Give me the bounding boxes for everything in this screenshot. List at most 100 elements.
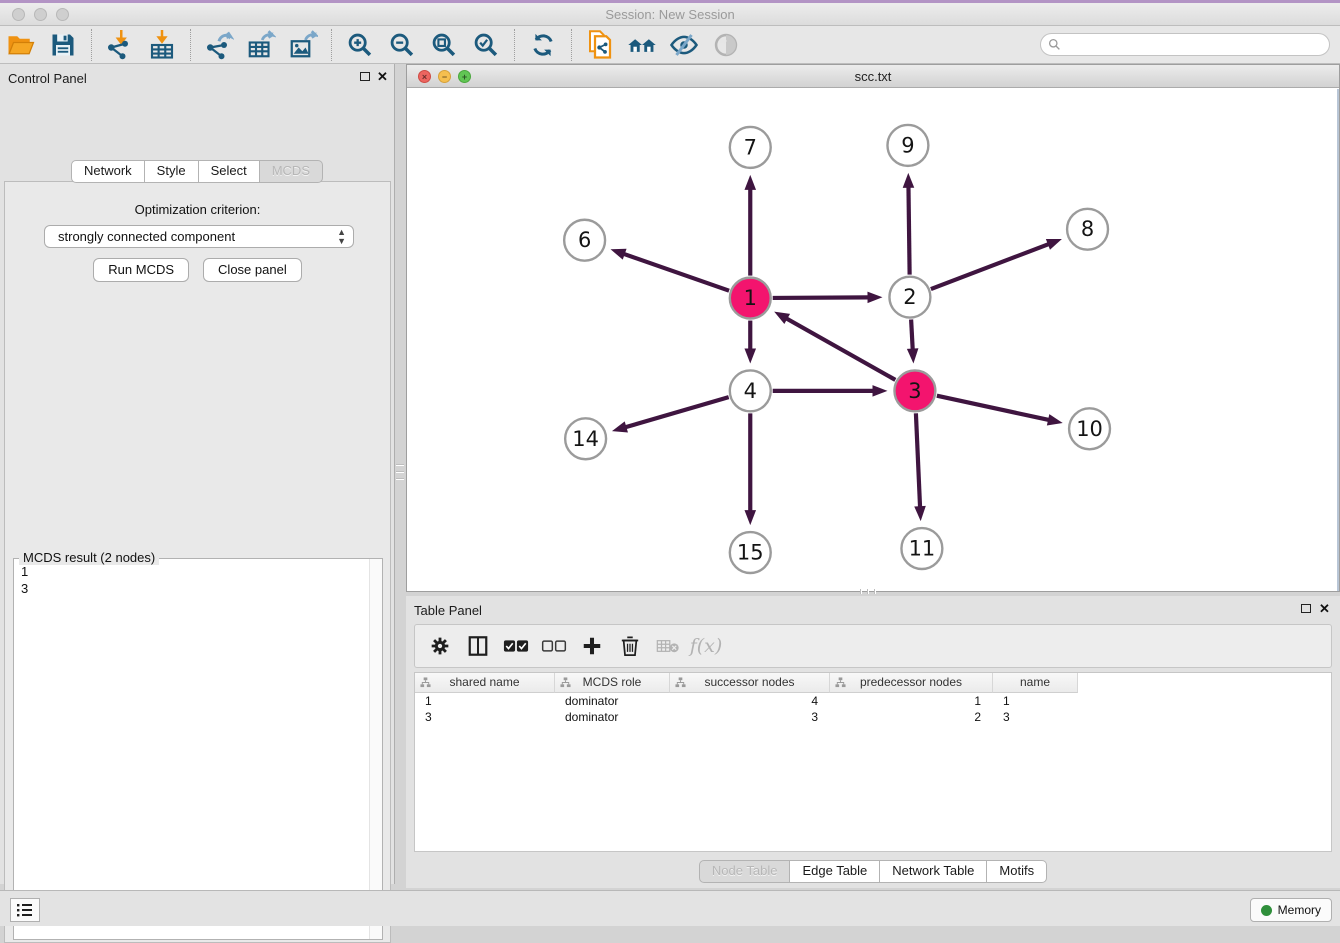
table-cell[interactable]: dominator <box>555 693 670 709</box>
zoom-in-icon[interactable] <box>343 28 377 62</box>
mcds-result-item[interactable]: 3 <box>21 580 368 597</box>
split-view-icon[interactable] <box>463 631 493 661</box>
close-table-panel-icon[interactable]: ✕ <box>1319 601 1330 617</box>
table-cell[interactable]: 3 <box>670 709 830 725</box>
graph-edge-3-1[interactable] <box>785 318 895 380</box>
eye-slash-icon[interactable] <box>667 28 701 62</box>
graph-node-1[interactable]: 1 <box>730 278 771 319</box>
graph-node-15[interactable]: 15 <box>730 532 771 573</box>
criterion-select[interactable]: strongly connected component ▲▼ <box>44 225 354 248</box>
mcds-result-item[interactable]: 1 <box>21 563 368 580</box>
home-icon[interactable] <box>625 28 659 62</box>
tab-mcds[interactable]: MCDS <box>260 160 323 183</box>
control-panel: Control Panel ✕ NetworkStyleSelectMCDS O… <box>0 64 395 884</box>
memory-button[interactable]: Memory <box>1250 898 1332 922</box>
graph-node-4[interactable]: 4 <box>730 370 771 411</box>
tab-network[interactable]: Network <box>71 160 145 183</box>
graph-node-6[interactable]: 6 <box>564 220 605 261</box>
run-mcds-button[interactable]: Run MCDS <box>93 258 189 282</box>
mcds-result-list[interactable]: 13 <box>15 561 368 938</box>
mcds-result-box: MCDS result (2 nodes) 13 <box>13 558 383 940</box>
table-row[interactable]: 3dominator323 <box>415 709 1331 725</box>
svg-text:10: 10 <box>1076 417 1103 441</box>
toolbar-separator <box>91 29 92 61</box>
svg-text:6: 6 <box>578 228 591 252</box>
float-panel-icon[interactable] <box>360 72 370 81</box>
search-field[interactable] <box>1040 33 1330 56</box>
table-cell[interactable]: 2 <box>830 709 993 725</box>
table-cell[interactable]: 3 <box>993 709 1078 725</box>
export-table-icon[interactable] <box>244 28 278 62</box>
add-column-icon[interactable] <box>577 631 607 661</box>
graph-edge-4-14[interactable] <box>624 397 728 427</box>
table-cell[interactable]: 1 <box>993 693 1078 709</box>
graph-edge-2-8[interactable] <box>931 244 1050 289</box>
zoom-fit-icon[interactable] <box>427 28 461 62</box>
mcds-result-scrollbar[interactable] <box>369 559 382 939</box>
table-cell[interactable]: 4 <box>670 693 830 709</box>
table-tab-motifs[interactable]: Motifs <box>987 860 1047 883</box>
panel-splitter-handle[interactable] <box>396 464 404 480</box>
deselect-all-columns-icon[interactable] <box>539 631 569 661</box>
save-session-icon[interactable] <box>46 28 80 62</box>
zoom-out-icon[interactable] <box>385 28 419 62</box>
column-header-predecessor-nodes[interactable]: predecessor nodes <box>830 673 993 693</box>
table-tab-network-table[interactable]: Network Table <box>880 860 987 883</box>
task-history-icon[interactable] <box>10 898 40 922</box>
graph-node-14[interactable]: 14 <box>565 418 606 459</box>
clone-network-icon[interactable] <box>583 28 617 62</box>
settings-gear-icon[interactable] <box>425 631 455 661</box>
refresh-icon[interactable] <box>526 28 560 62</box>
column-label: MCDS role <box>583 675 642 689</box>
import-network-icon[interactable] <box>103 28 137 62</box>
node-table-header: shared name MCDS role successor nodes prede… <box>415 673 1331 693</box>
node-table-body: 1dominator4113dominator323 <box>415 693 1331 725</box>
zoom-selected-icon[interactable] <box>469 28 503 62</box>
graph-edge-2-9[interactable] <box>908 186 909 275</box>
graph-node-10[interactable]: 10 <box>1069 408 1110 449</box>
table-tab-edge-table[interactable]: Edge Table <box>790 860 880 883</box>
graph-edge-arrow <box>1047 414 1063 425</box>
column-header-mcds-role[interactable]: MCDS role <box>555 673 670 693</box>
graph-edge-1-6[interactable] <box>623 254 729 291</box>
graph-edge-3-11[interactable] <box>916 413 920 508</box>
table-cell[interactable]: 1 <box>830 693 993 709</box>
open-session-icon[interactable] <box>4 28 38 62</box>
graphics-details-icon[interactable] <box>709 28 743 62</box>
graph-node-11[interactable]: 11 <box>901 528 942 569</box>
network-canvas[interactable]: 7 9 6 8 1 2 4 3 14 10 15 11 <box>407 89 1339 591</box>
search-input[interactable] <box>1065 38 1315 52</box>
graph-edge-arrow <box>872 385 887 397</box>
column-header-shared-name[interactable]: shared name <box>415 673 555 693</box>
tab-style[interactable]: Style <box>145 160 199 183</box>
network-window-titlebar[interactable]: × − + scc.txt <box>407 65 1339 88</box>
table-splitter-handle[interactable] <box>860 589 876 594</box>
table-panel: Table Panel ✕ f(x) shared nameMCDS roles <box>406 596 1340 888</box>
table-cell[interactable]: 3 <box>415 709 555 725</box>
graph-node-9[interactable]: 9 <box>887 125 928 166</box>
table-cell[interactable]: 1 <box>415 693 555 709</box>
table-toolbar: f(x) <box>414 624 1332 668</box>
column-label: successor nodes <box>704 675 794 689</box>
select-all-columns-icon[interactable] <box>501 631 531 661</box>
graph-node-8[interactable]: 8 <box>1067 209 1108 250</box>
export-image-icon[interactable] <box>286 28 320 62</box>
tab-select[interactable]: Select <box>199 160 260 183</box>
graph-node-2[interactable]: 2 <box>889 277 930 318</box>
graph-edge-2-3[interactable] <box>911 320 913 351</box>
close-panel-button[interactable]: Close panel <box>203 258 302 282</box>
column-header-successor-nodes[interactable]: successor nodes <box>670 673 830 693</box>
float-table-panel-icon[interactable] <box>1301 604 1311 613</box>
import-table-icon[interactable] <box>145 28 179 62</box>
graph-node-7[interactable]: 7 <box>730 127 771 168</box>
delete-column-icon[interactable] <box>615 631 645 661</box>
graph-node-3[interactable]: 3 <box>894 370 935 411</box>
close-panel-icon[interactable]: ✕ <box>377 69 388 85</box>
graph-edge-1-2[interactable] <box>773 297 870 298</box>
graph-edge-3-10[interactable] <box>937 396 1050 421</box>
table-tab-node-table[interactable]: Node Table <box>699 860 791 883</box>
table-row[interactable]: 1dominator411 <box>415 693 1331 709</box>
table-cell[interactable]: dominator <box>555 709 670 725</box>
export-network-icon[interactable] <box>202 28 236 62</box>
column-header-name[interactable]: name <box>993 673 1078 693</box>
